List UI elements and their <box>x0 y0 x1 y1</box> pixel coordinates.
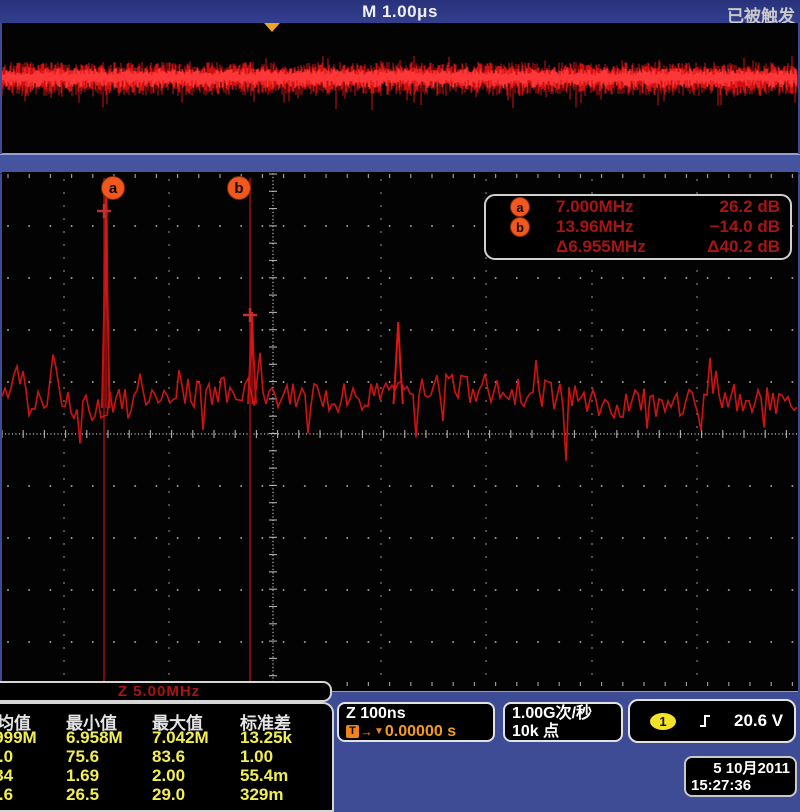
measurement-value: 2.00 <box>152 766 240 786</box>
cursor-a-row: a 7.000MHz 26.2 dB <box>496 198 780 217</box>
cursor-delta-row: Δ6.955MHz Δ40.2 dB <box>496 238 780 257</box>
cursor-b-row: b 13.96MHz −14.0 dB <box>496 218 780 237</box>
main-timebase-label: M 1.00μs <box>362 2 438 22</box>
fft-window: a b a 7.000MHz 26.2 dB b 13.96MHz −14.0 … <box>2 172 798 692</box>
measurement-value: 7.042M <box>152 728 240 748</box>
measurement-value: 6.958M <box>66 728 152 748</box>
record-length-label: 10k 点 <box>512 723 614 741</box>
measurement-value: 82.0 <box>0 747 66 767</box>
fft-zoom-scale-label: Z 5.00MHz <box>118 683 200 700</box>
cursor-a-frequency: 7.000MHz <box>556 197 684 217</box>
cursor-a-level: 26.2 dB <box>720 197 780 217</box>
cursor-b-level: −14.0 dB <box>710 217 780 237</box>
oscilloscope-screen: { "top_bar": { "timebase": "M 1.00μs", "… <box>0 0 800 800</box>
channel-1-badge[interactable]: 1 <box>650 713 676 730</box>
measurement-value: 6.999M <box>0 728 66 748</box>
zoom-timebase-label: Z 100ns <box>346 705 486 723</box>
cursor-b-frequency: 13.96MHz <box>556 217 684 237</box>
trigger-box[interactable]: 1 20.6 V <box>628 699 796 743</box>
horizontal-position-value: 0.00000 s <box>385 723 456 740</box>
cursor-b-readout-badge: b <box>510 217 530 237</box>
top-status-bar: M 1.00μs 已被触发 <box>0 0 800 23</box>
time-label: 15:27:36 <box>691 777 790 794</box>
measurement-value: 1.84 <box>0 766 66 786</box>
measurement-value: 29.0 <box>152 785 240 805</box>
measurement-value: 13.25k <box>240 728 334 748</box>
cursor-readout-box[interactable]: a 7.000MHz 26.2 dB b 13.96MHz −14.0 dB Δ… <box>484 194 792 260</box>
cursor-delta-level: Δ40.2 dB <box>707 237 780 257</box>
measurement-header-row: 平均值最小值最大值标准差 <box>0 709 332 728</box>
measurement-value: 28.6 <box>0 785 66 805</box>
measurement-row: 6.999M6.958M7.042M13.25k <box>0 728 332 747</box>
time-domain-trace <box>2 23 798 152</box>
measurement-row: 28.626.529.0329m <box>0 785 332 804</box>
cursor-delta-frequency: Δ6.955MHz <box>556 237 684 257</box>
cursor-b-badge[interactable]: b <box>227 176 251 200</box>
horizontal-zoom-box[interactable]: Z 100ns T → ▼ 0.00000 s <box>337 702 495 742</box>
rising-edge-icon <box>698 713 712 729</box>
acquisition-box[interactable]: 1.00G次/秒 10k 点 <box>503 702 623 742</box>
measurement-table[interactable]: 平均值最小值最大值标准差6.999M6.958M7.042M13.25k82.0… <box>0 702 334 812</box>
horizontal-position-row: T → ▼ 0.00000 s <box>346 723 486 740</box>
measurement-value: 1.69 <box>66 766 152 786</box>
position-pointer-icon: ▼ <box>374 723 384 740</box>
measurement-value: 329m <box>240 785 334 805</box>
cursor-a-readout-badge: a <box>510 197 530 217</box>
cursor-a-badge[interactable]: a <box>101 176 125 200</box>
measurement-row: 82.075.683.61.00 <box>0 747 332 766</box>
measurement-value: 55.4m <box>240 766 334 786</box>
arrow-icon: → <box>360 723 373 740</box>
measurement-row: 1.841.692.0055.4m <box>0 766 332 785</box>
sample-rate-label: 1.00G次/秒 <box>512 705 614 723</box>
measurement-value: 1.00 <box>240 747 334 767</box>
measurement-value: 83.6 <box>152 747 240 767</box>
window-separator <box>0 154 800 174</box>
date-label: 5 10月2011 <box>691 760 790 777</box>
measurement-value: 26.5 <box>66 785 152 805</box>
trigger-level-value: 20.6 V <box>734 711 783 731</box>
measurement-value: 75.6 <box>66 747 152 767</box>
trigger-position-icon[interactable] <box>264 23 280 32</box>
datetime-box: 5 10月2011 15:27:36 <box>684 756 797 797</box>
trigger-flag-icon: T <box>346 725 359 738</box>
time-domain-window <box>2 23 798 154</box>
fft-zoom-scale-box[interactable]: Z 5.00MHz <box>0 681 332 702</box>
